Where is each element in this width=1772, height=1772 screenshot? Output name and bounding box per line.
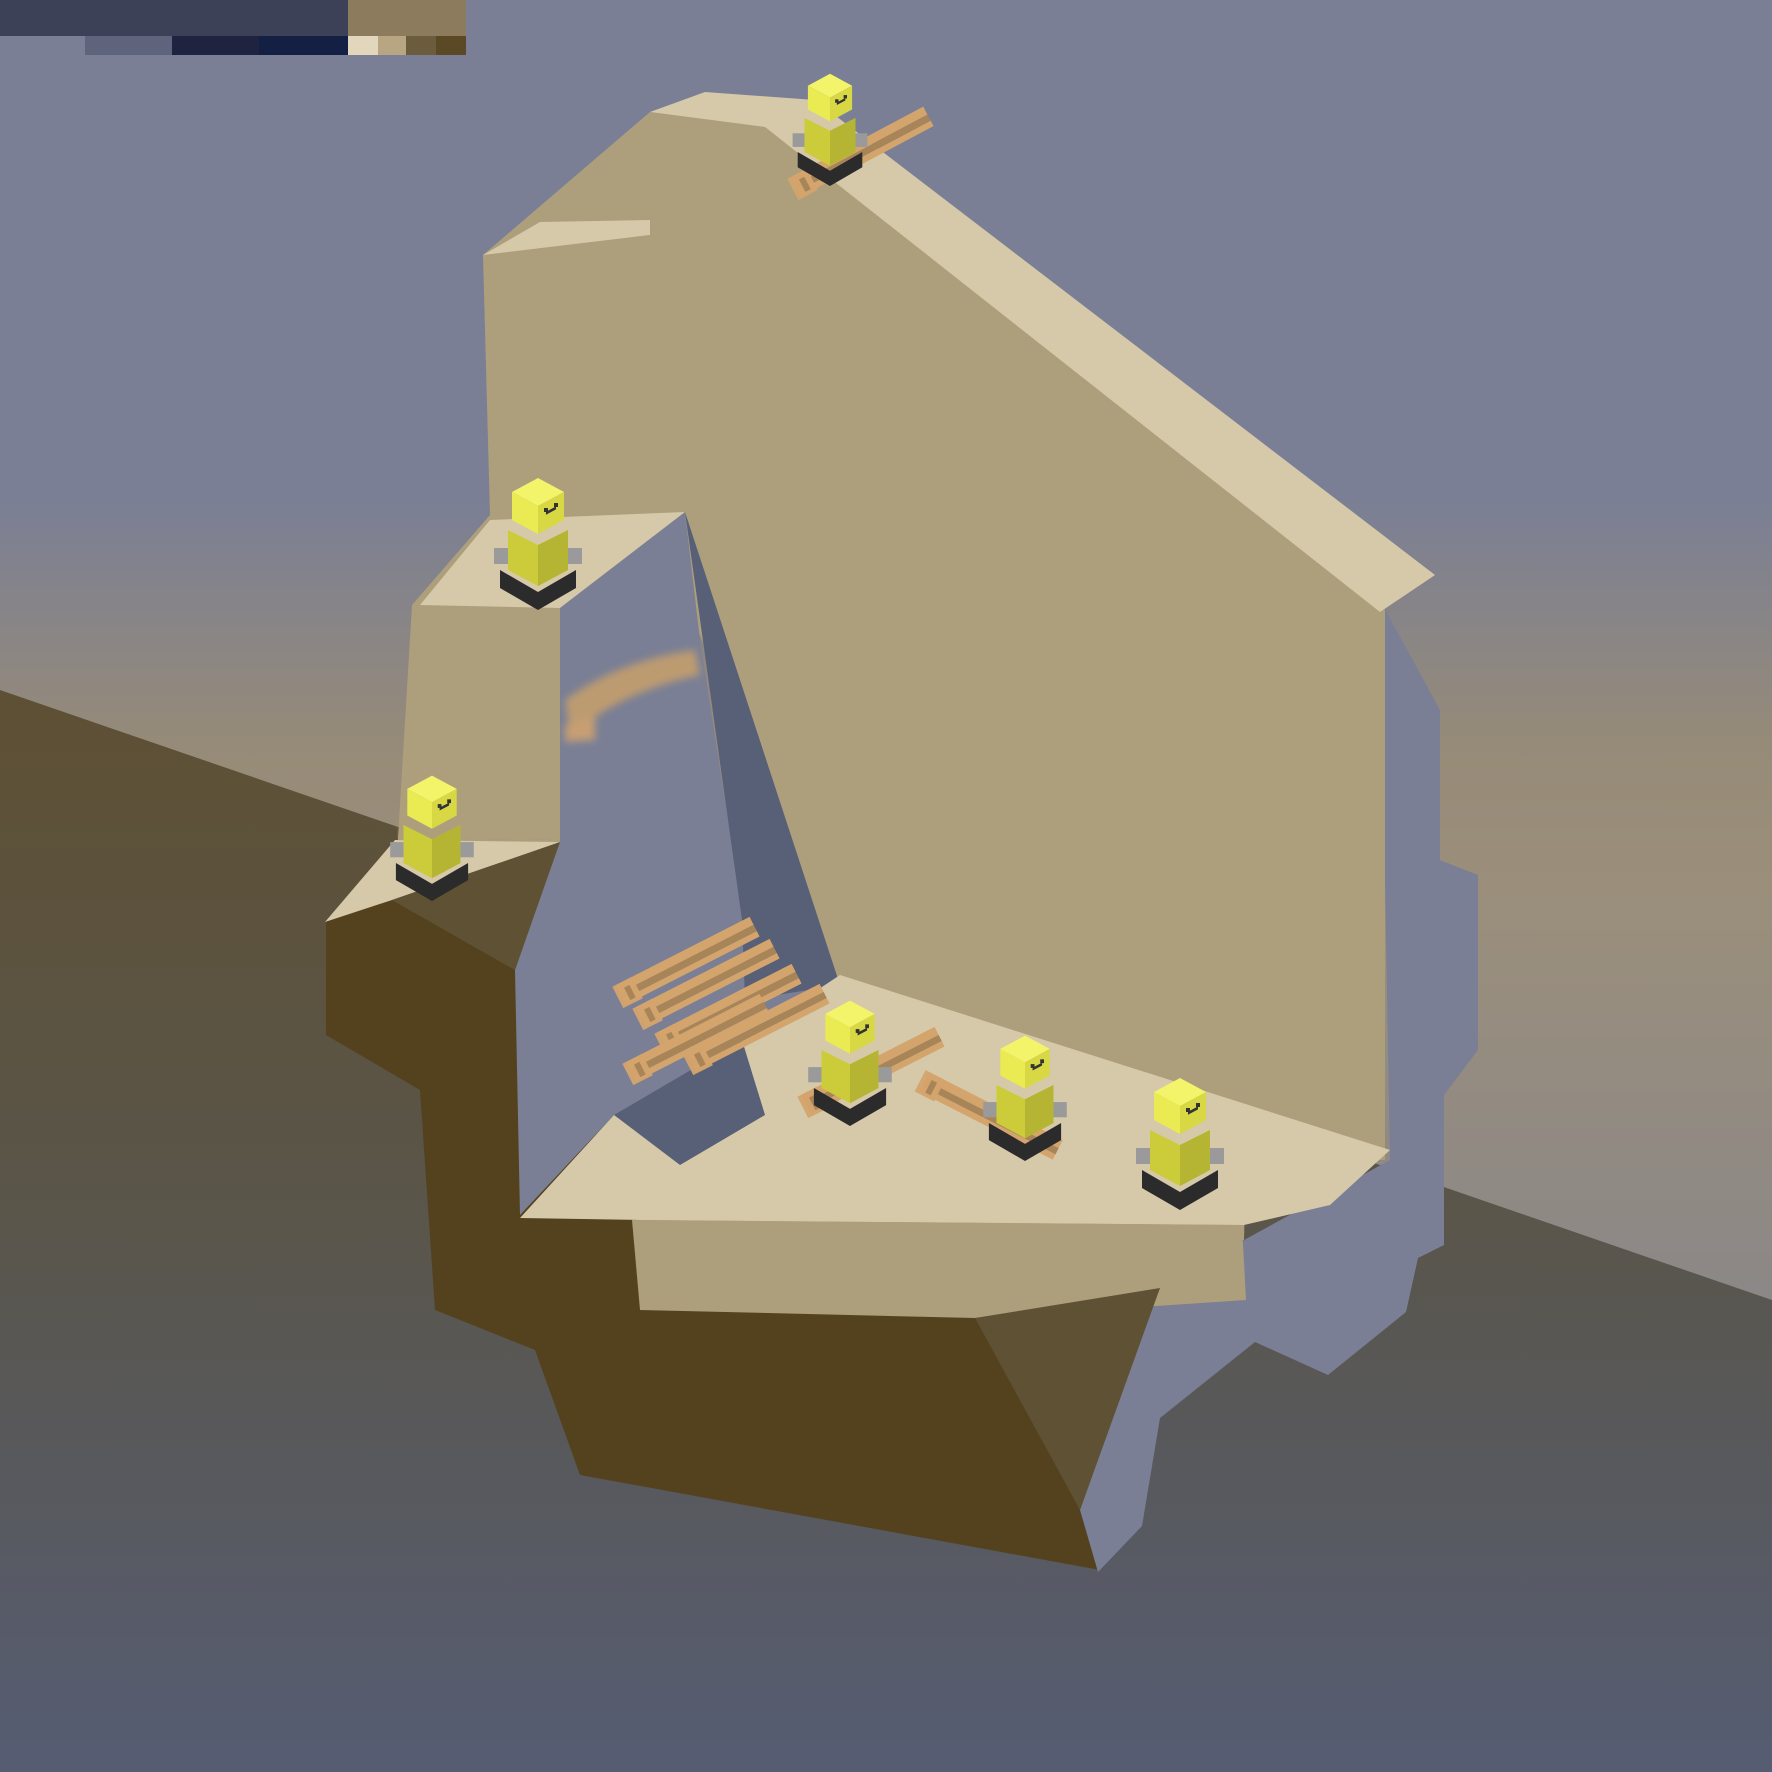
palette-swatch-1 — [0, 0, 348, 36]
color-palette-strip — [0, 0, 470, 55]
palette-swatch-7 — [378, 36, 406, 55]
palette-swatch-4 — [172, 36, 259, 55]
palette-swatch-2 — [348, 0, 466, 36]
palette-swatch-6 — [348, 36, 378, 55]
palette-swatch-3 — [85, 36, 172, 55]
game-scene[interactable] — [0, 0, 1772, 1772]
palette-swatch-8 — [406, 36, 436, 55]
palette-swatch-9 — [436, 36, 466, 55]
palette-swatch-5 — [259, 36, 348, 55]
